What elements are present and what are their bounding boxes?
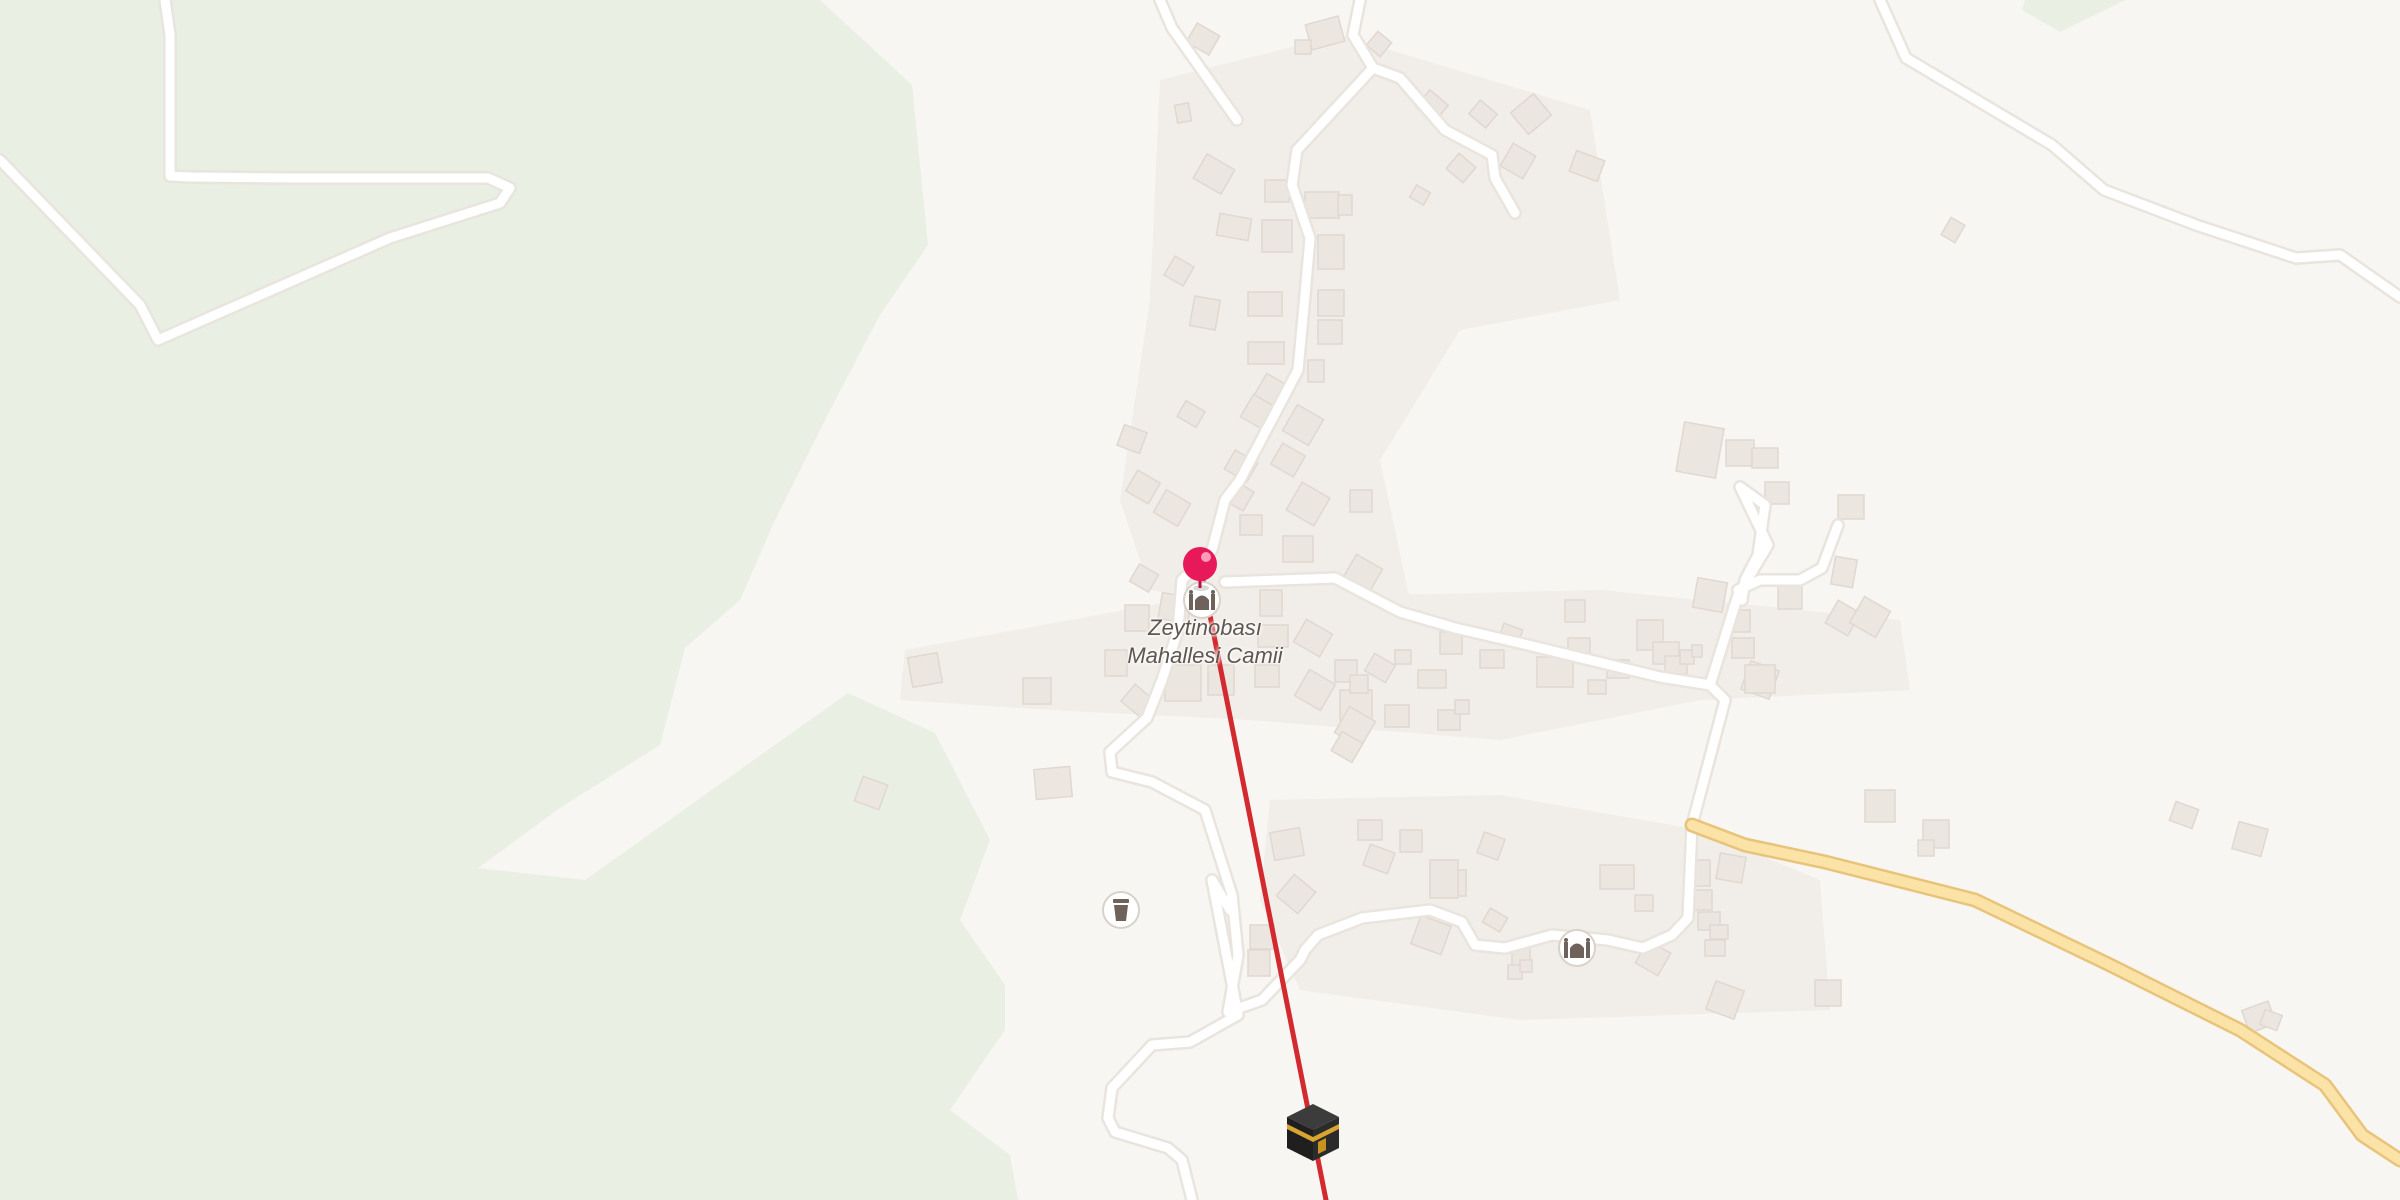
building bbox=[1837, 494, 1865, 520]
building bbox=[1259, 589, 1283, 617]
building bbox=[1022, 677, 1052, 705]
building bbox=[1317, 234, 1345, 270]
building bbox=[1417, 669, 1447, 689]
building bbox=[1751, 447, 1779, 469]
building bbox=[1247, 341, 1285, 365]
building bbox=[1479, 649, 1505, 669]
building bbox=[1294, 39, 1312, 55]
building bbox=[1304, 191, 1340, 219]
building bbox=[1384, 704, 1410, 728]
building bbox=[1349, 674, 1369, 694]
building bbox=[1777, 584, 1803, 610]
building bbox=[1691, 644, 1703, 658]
building bbox=[1307, 359, 1325, 383]
building bbox=[1564, 599, 1586, 623]
building bbox=[1917, 839, 1935, 857]
poi-label-line-1: Zeytinobası bbox=[1148, 615, 1262, 640]
building bbox=[1032, 765, 1074, 801]
building bbox=[1357, 819, 1383, 841]
building bbox=[1731, 637, 1755, 659]
building bbox=[1454, 699, 1470, 715]
building bbox=[1587, 679, 1607, 695]
building bbox=[1317, 289, 1345, 317]
building bbox=[1337, 194, 1353, 216]
building bbox=[1268, 826, 1306, 862]
building bbox=[1744, 664, 1776, 694]
location-pin-icon bbox=[1183, 547, 1217, 581]
building bbox=[1394, 649, 1412, 665]
building bbox=[1239, 514, 1263, 536]
building bbox=[1519, 959, 1533, 973]
map-canvas[interactable] bbox=[0, 0, 2400, 1200]
building bbox=[1247, 291, 1283, 317]
building bbox=[1429, 859, 1459, 899]
building bbox=[1829, 555, 1859, 589]
building bbox=[1399, 829, 1423, 853]
building bbox=[1675, 421, 1725, 479]
building bbox=[1173, 102, 1193, 124]
building bbox=[1188, 295, 1222, 331]
building bbox=[1349, 489, 1373, 513]
poi-waste-basket[interactable] bbox=[1102, 891, 1140, 929]
building bbox=[1691, 576, 1729, 614]
building bbox=[1709, 924, 1729, 940]
building bbox=[1261, 219, 1293, 253]
building bbox=[1715, 852, 1747, 884]
building bbox=[1704, 939, 1726, 957]
building bbox=[1247, 949, 1271, 977]
building bbox=[1814, 979, 1842, 1007]
location-pin-highlight bbox=[1201, 552, 1211, 562]
building bbox=[906, 651, 944, 689]
building bbox=[1725, 439, 1755, 467]
poi-label-zeytinobasi-mahallesi-camii[interactable]: Zeytinobası Mahallesi Camii bbox=[1100, 614, 1310, 670]
building bbox=[1282, 535, 1314, 563]
building bbox=[1317, 319, 1343, 345]
building bbox=[1599, 864, 1635, 890]
building bbox=[1215, 212, 1253, 242]
building bbox=[1634, 894, 1654, 912]
poi-label-line-2: Mahallesi Camii bbox=[1127, 643, 1283, 668]
poi-mosque-east[interactable] bbox=[1558, 929, 1596, 967]
building bbox=[1864, 789, 1896, 823]
